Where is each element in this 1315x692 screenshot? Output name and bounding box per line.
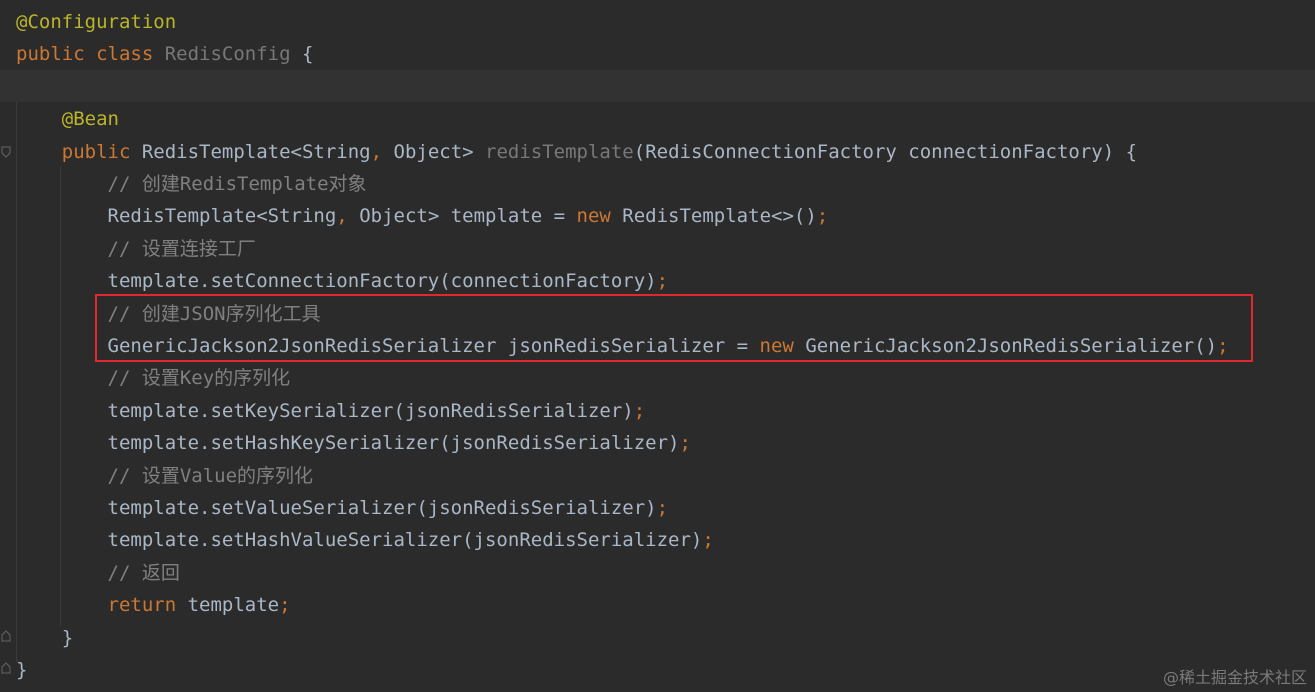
code-line[interactable]: } <box>16 622 73 654</box>
code-token: // 返回 <box>107 561 180 584</box>
code-token: ; <box>656 497 669 519</box>
code-token: template.setValueSerializer(jsonRedisSer… <box>16 497 657 519</box>
code-token: // 设置Key的序列化 <box>107 367 291 390</box>
code-token: // 创建RedisTemplate对象 <box>107 173 367 195</box>
fold-end-icon[interactable] <box>1 662 11 674</box>
code-token: template <box>187 594 280 617</box>
code-token: @Configuration <box>16 11 177 33</box>
code-line[interactable]: // 设置Key的序列化 <box>16 362 291 394</box>
fold-end-icon[interactable] <box>1 630 11 642</box>
code-line[interactable]: // 返回 <box>16 557 180 589</box>
code-token: ; <box>279 594 291 617</box>
code-token: return <box>107 594 188 617</box>
code-token: // 设置Value的序列化 <box>107 464 314 487</box>
code-line[interactable]: RedisTemplate<String, Object> template =… <box>16 200 829 232</box>
code-token: Object> template = <box>359 205 577 228</box>
code-line[interactable]: public class RedisConfig { <box>16 38 313 70</box>
code-token: public <box>16 43 97 66</box>
highlight-box <box>95 294 1253 362</box>
code-line[interactable]: // 创建RedisTemplate对象 <box>16 168 367 200</box>
code-token: Object> <box>393 140 486 163</box>
code-token: template.setKeySerializer(jsonRedisSeria… <box>16 399 634 422</box>
code-token: RedisConfig <box>164 43 291 66</box>
code-token: @Bean <box>61 108 119 131</box>
fold-start-icon[interactable] <box>1 146 11 158</box>
code-token: , <box>336 205 360 228</box>
code-token: } <box>16 659 28 681</box>
code-token: ; <box>656 270 669 293</box>
code-token: new <box>576 205 623 228</box>
code-token: template.setConnectionFactory(connection… <box>16 270 657 293</box>
code-token: redisTemplate <box>485 140 634 163</box>
code-line[interactable]: return template; <box>16 589 291 621</box>
code-token: , <box>370 140 394 163</box>
current-line-highlight <box>0 70 1315 102</box>
code-line[interactable]: template.setKeySerializer(jsonRedisSeria… <box>16 395 646 427</box>
code-token: } <box>16 626 74 649</box>
code-token: ; <box>816 205 829 228</box>
code-token: RedisTemplate<>() <box>622 205 817 228</box>
code-line[interactable]: template.setHashValueSerializer(jsonRedi… <box>16 524 714 556</box>
code-line[interactable]: @Configuration <box>16 6 176 38</box>
code-line[interactable]: public RedisTemplate<String, Object> red… <box>16 136 1137 168</box>
code-token: ; <box>633 399 646 422</box>
code-line[interactable]: template.setValueSerializer(jsonRedisSer… <box>16 492 669 524</box>
watermark: @稀土掘金技术社区 <box>1162 668 1307 687</box>
code-editor[interactable]: @Configuration public class RedisConfig {… <box>0 0 1315 692</box>
code-token: // 设置连接工厂 <box>107 237 256 260</box>
code-token: template.setHashKeySerializer(jsonRedisS… <box>16 432 680 455</box>
code-line[interactable]: template.setHashKeySerializer(jsonRedisS… <box>16 427 691 459</box>
code-line[interactable]: // 设置Value的序列化 <box>16 460 314 492</box>
code-token: class <box>96 43 165 66</box>
code-token: ; <box>702 529 714 552</box>
code-token: template.setHashValueSerializer(jsonRedi… <box>16 529 703 552</box>
code-token: public <box>61 140 142 163</box>
code-token: RedisTemplate<String <box>16 205 337 228</box>
code-line[interactable]: @Bean <box>16 103 119 135</box>
code-line[interactable]: } <box>16 654 27 686</box>
code-token: ; <box>679 432 691 455</box>
code-token: RedisTemplate<String <box>141 140 371 163</box>
code-token: { <box>290 43 314 66</box>
code-line[interactable]: // 设置连接工厂 <box>16 233 256 265</box>
code-line[interactable]: template.setConnectionFactory(connection… <box>16 265 669 297</box>
code-token: (RedisConnectionFactory connectionFactor… <box>633 140 1138 163</box>
